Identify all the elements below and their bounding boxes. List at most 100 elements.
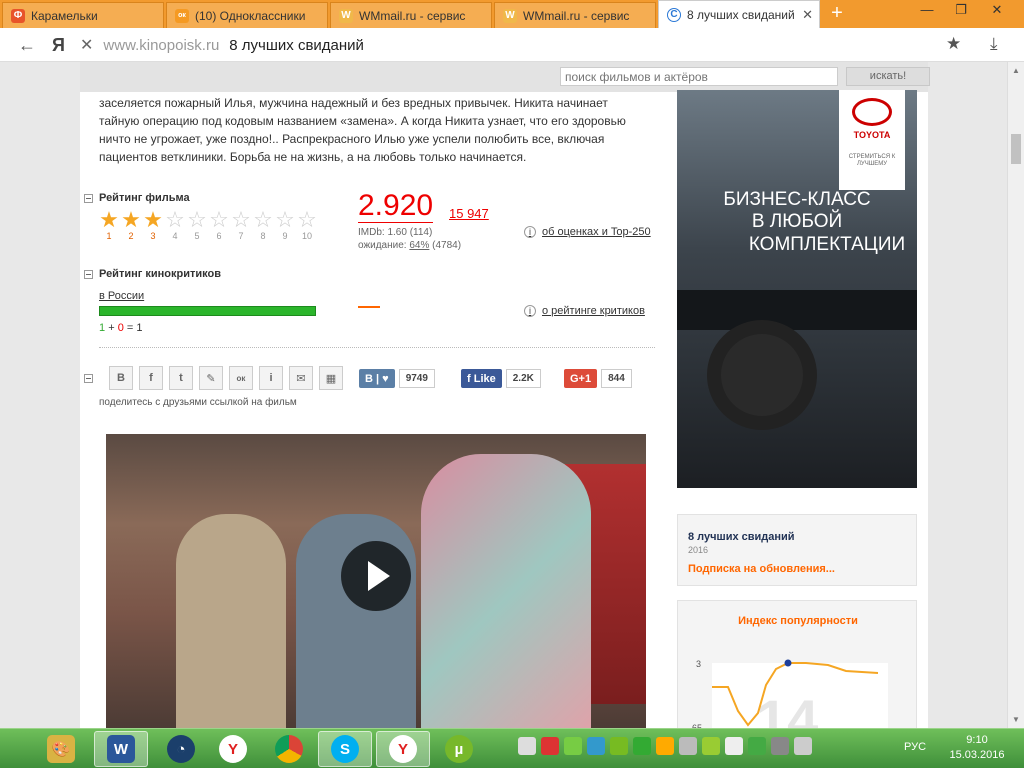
close-window-icon[interactable]: ✕ [982,0,1012,22]
yandex-browser-icon: Y [389,735,417,763]
vk-like-widget[interactable]: В | ♥ 9749 [359,369,435,388]
chrome-icon [275,735,303,763]
star-9[interactable]: ☆ 9 [274,209,296,242]
trailer-video-player[interactable] [106,434,646,728]
antivirus-icon[interactable] [541,737,559,755]
about-ratings-link[interactable]: i об оценках и Top-250 [524,226,651,238]
camera-icon[interactable] [587,737,605,755]
facebook-like-button[interactable]: f Like [461,369,502,388]
gplus-widget[interactable]: G+1 844 [564,369,632,388]
display-icon[interactable] [725,737,743,755]
close-tab-icon[interactable]: ✕ [802,7,813,23]
chrome-taskbar-button[interactable] [262,731,316,767]
star-10[interactable]: ☆ 10 [296,207,318,242]
qr-code-icon[interactable]: ▦ [319,366,343,390]
popularity-bg-number: 14 [756,688,818,728]
minimize-icon[interactable]: — [912,0,942,22]
star-7[interactable]: ☆ 7 [230,207,252,242]
star-3[interactable]: ★ 3 [142,207,164,242]
tab-strip: Ф Карамельки ок (10) Одноклассники W WMm… [0,0,1024,28]
tab-wmmail-1[interactable]: W WMmail.ru - сервис [330,2,492,28]
monitor-icon[interactable] [679,737,697,755]
film-rating-value[interactable]: 2.920 [358,190,434,223]
search-bar: искать! [80,62,930,92]
collapse-icon[interactable] [84,193,93,203]
actor-image [176,514,286,728]
restore-icon[interactable]: ❐ [946,0,976,22]
star-icon: ☆ [297,207,317,232]
speedtest-taskbar-button[interactable]: ◔ [154,731,208,767]
vk-share-icon[interactable]: В [109,366,133,390]
new-tab-button[interactable]: + [826,3,848,24]
rating-votes-link[interactable]: 15 947 [449,206,489,221]
scroll-down-icon[interactable]: ▼ [1012,715,1020,724]
word-taskbar-button[interactable]: W [94,731,148,767]
vk-like-button[interactable]: В | ♥ [359,369,395,388]
palette-icon: 🎨 [47,735,75,763]
facebook-share-icon[interactable]: f [139,366,163,390]
moimir-share-icon[interactable]: i [259,366,283,390]
expectation-percent-link[interactable]: 64% [409,240,429,251]
tab-karamelki[interactable]: Ф Карамельки [2,2,164,28]
scroll-up-icon[interactable]: ▲ [1012,66,1020,75]
critics-rating-heading[interactable]: Рейтинг кинокритиков [84,268,221,280]
yandex-active-taskbar-button[interactable]: Y [376,731,430,767]
star-icon: ★ [143,207,163,232]
utorrent-icon: µ [445,735,473,763]
star-1[interactable]: ★ 1 [98,209,120,242]
steering-wheel-image [707,320,817,430]
sync-icon[interactable] [633,737,651,755]
flag-icon[interactable] [794,737,812,755]
skype-taskbar-button[interactable]: S [318,731,372,767]
yandex-browser-icon: Y [219,735,247,763]
search-input[interactable] [560,67,838,86]
about-critics-link[interactable]: i о рейтинге критиков [524,305,645,317]
back-arrow-icon[interactable]: ← [18,35,36,56]
system-clock[interactable]: 9:10 15.03.2016 [946,733,1008,763]
network-icon[interactable] [771,737,789,755]
star-6[interactable]: ☆ 6 [208,209,230,242]
paint-taskbar-button[interactable]: 🎨 [34,731,88,767]
tab-odnoklassniki[interactable]: ок (10) Одноклассники [166,2,328,28]
odnoklassniki-share-icon[interactable]: ок [229,366,253,390]
star-4[interactable]: ☆ 4 [164,209,186,242]
check-icon[interactable] [564,737,582,755]
omnibox[interactable]: ✕ www.kinopoisk.ru 8 лучших свиданий [80,32,975,58]
utorrent-tray-icon[interactable] [610,737,628,755]
stop-loading-icon[interactable]: ✕ [80,35,93,55]
tab-wmmail-2[interactable]: W WMmail.ru - сервис [494,2,656,28]
star-8[interactable]: ☆ 8 [252,209,274,242]
critics-russia-link[interactable]: в России [99,290,144,302]
email-share-icon[interactable]: ✉ [289,366,313,390]
download-icon[interactable]: ⤓ [990,34,998,54]
language-indicator[interactable]: РУС [904,741,926,753]
utorrent-taskbar-button[interactable]: µ [432,731,486,767]
nvidia-icon[interactable] [748,737,766,755]
scrollbar-thumb[interactable] [1011,134,1021,164]
search-button[interactable]: искать! [846,67,930,86]
wmmail-favicon-icon: W [339,8,353,23]
collapse-icon[interactable] [84,269,93,279]
star-icon: ☆ [231,207,251,232]
tab-8-dates[interactable]: C 8 лучших свиданий ✕ [658,0,820,28]
alert-icon[interactable] [656,737,674,755]
share-collapse[interactable] [84,374,99,383]
twitter-share-icon[interactable]: t [169,366,193,390]
star-2[interactable]: ★ 2 [120,209,142,242]
play-icon[interactable] [341,541,411,611]
livejournal-share-icon[interactable]: ✎ [199,366,223,390]
film-rating-heading[interactable]: Рейтинг фильма [84,192,190,204]
gplus-button[interactable]: G+1 [564,369,598,388]
keyboard-icon[interactable] [518,737,536,755]
bookmark-star-icon[interactable]: ★ [946,34,961,54]
page-scrollbar[interactable]: ▲ ▼ [1007,62,1024,728]
star-5[interactable]: ☆ 5 [186,209,208,242]
yandex-browser-taskbar-button[interactable]: Y [206,731,260,767]
yandex-logo-icon[interactable]: Я [52,35,65,56]
star-rating[interactable]: ★ 1 ★ 2 ★ 3 ☆ 4 ☆ 5 ☆ 6 ☆ 7 ☆ 8 ☆ 9 ☆ 10 [98,207,318,242]
toyota-ad-banner[interactable]: TOYOTA СТРЕМИТЬСЯ К ЛУЧШЕМУ БИЗНЕС-КЛАСС… [677,90,917,488]
facebook-like-widget[interactable]: f Like 2.2K [461,369,541,388]
subscribe-link[interactable]: Подписка на обновления... [688,563,906,575]
collapse-icon[interactable] [84,374,93,383]
layers-icon[interactable] [702,737,720,755]
